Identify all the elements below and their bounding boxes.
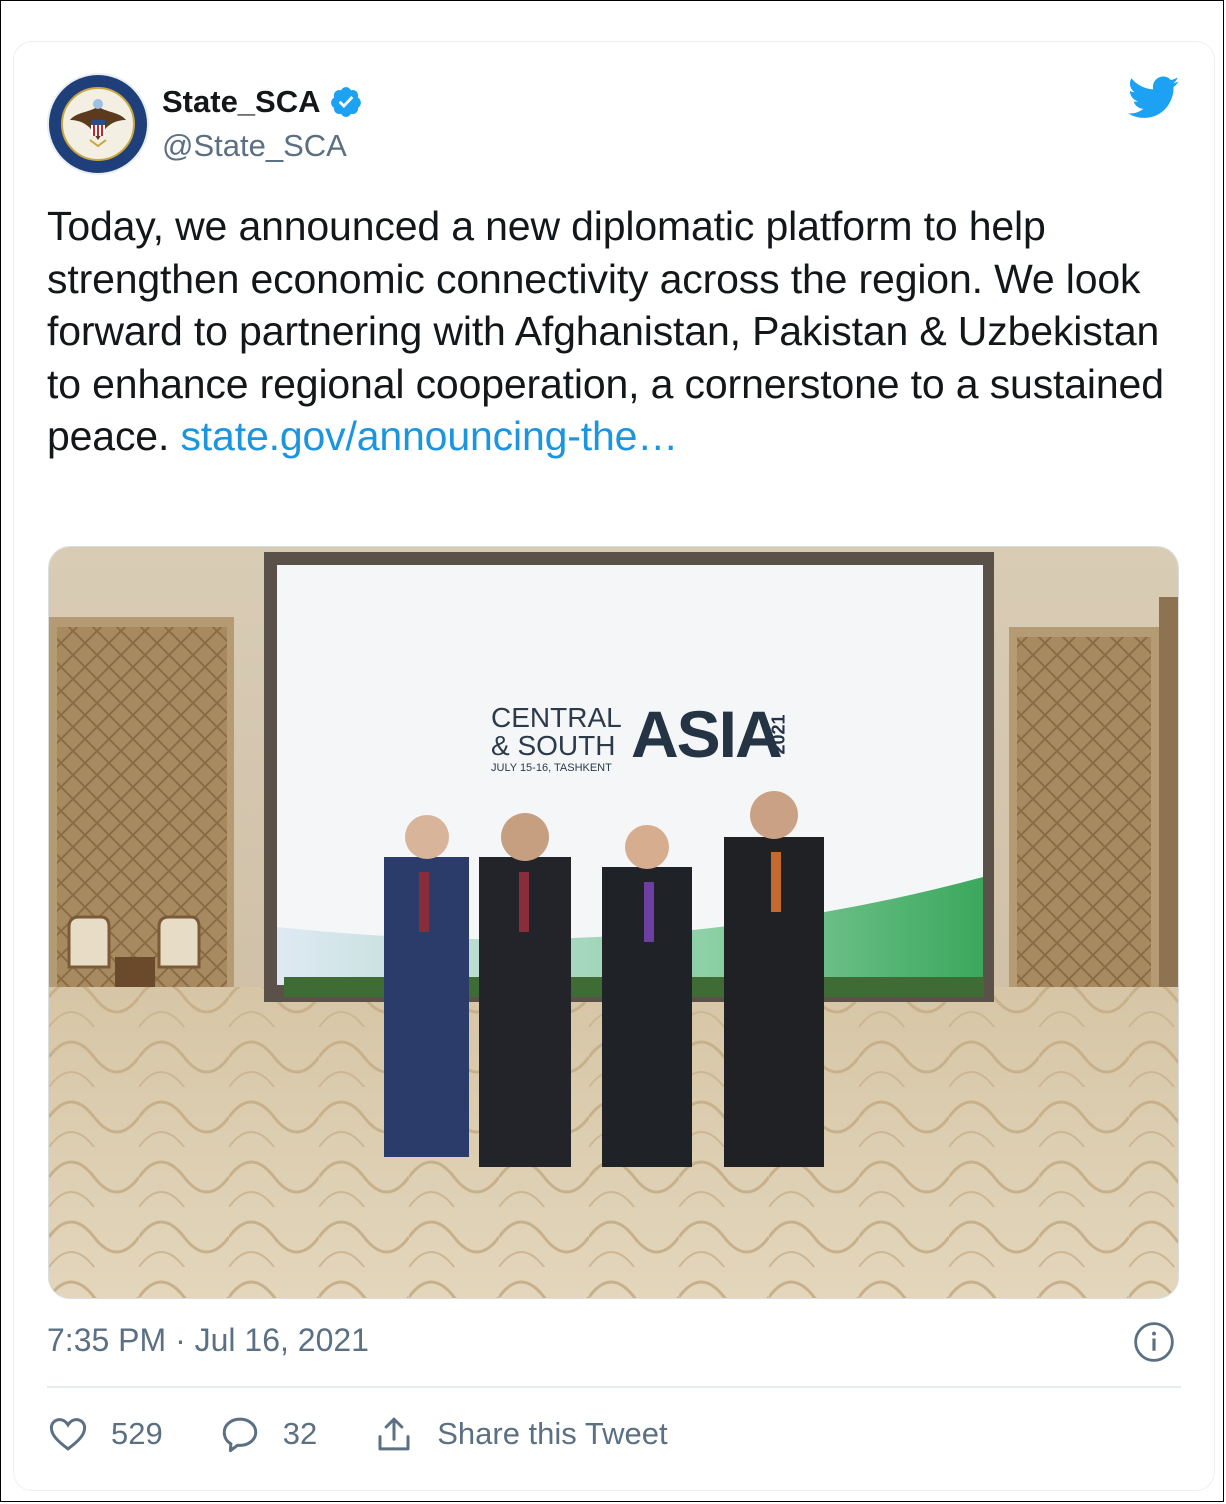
like-button[interactable]: 529: [47, 1413, 163, 1455]
banner-dates: JULY 15-16, TASHKENT: [491, 762, 612, 774]
account-handle[interactable]: @State_SCA: [162, 128, 347, 164]
share-button[interactable]: Share this Tweet: [373, 1413, 668, 1455]
banner-big: ASIA: [631, 697, 783, 771]
banner-line2: & SOUTH: [491, 730, 616, 761]
reply-button[interactable]: 32: [219, 1413, 317, 1455]
like-count: 529: [111, 1416, 163, 1451]
tweet-actions: 529 32 Share this Tweet: [47, 1408, 724, 1460]
display-name-row[interactable]: State_SCA: [162, 84, 363, 120]
info-icon[interactable]: [1133, 1321, 1175, 1363]
share-icon: [378, 1417, 410, 1451]
banner-year: 2021: [768, 714, 789, 755]
tweet-timestamp[interactable]: 7:35 PM · Jul 16, 2021: [47, 1322, 369, 1359]
tweet-photo[interactable]: CENTRAL & SOUTH JULY 15-16, TASHKENT ASI…: [48, 546, 1179, 1299]
twitter-bird-icon[interactable]: [1128, 76, 1180, 120]
divider: [47, 1386, 1181, 1388]
photo-illustration: [49, 547, 1178, 1298]
reply-count: 32: [282, 1416, 318, 1451]
tweet-link[interactable]: state.gov/announcing-the…: [180, 413, 678, 459]
share-label: Share this Tweet: [437, 1416, 668, 1451]
state-department-seal-icon: [47, 73, 149, 175]
reply-bubble-icon: [222, 1417, 257, 1453]
tweet-body: Today, we announced a new diplomatic pla…: [47, 200, 1187, 463]
verified-badge-icon: [330, 87, 361, 117]
profile-avatar[interactable]: [46, 72, 150, 176]
display-name[interactable]: State_SCA: [162, 84, 321, 120]
banner-text: CENTRAL & SOUTH JULY 15-16, TASHKENT ASI…: [491, 697, 851, 782]
heart-icon: [49, 1418, 87, 1451]
